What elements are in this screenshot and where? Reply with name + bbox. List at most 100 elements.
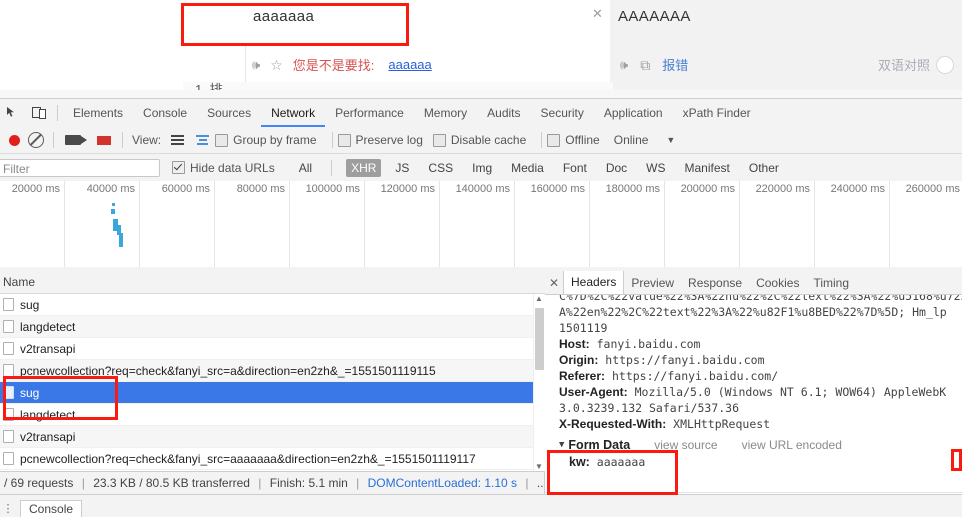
bilingual-toggle[interactable]: 双语对照 — [878, 55, 954, 74]
filter-doc[interactable]: Doc — [601, 159, 632, 177]
speaker-icon[interactable]: 🕪 — [620, 58, 628, 71]
did-you-mean-link[interactable]: aaaaaa — [388, 57, 431, 72]
document-icon — [3, 364, 14, 377]
overview-tick: 140000 ms — [455, 183, 510, 195]
form-data-key: kw: — [569, 455, 590, 469]
close-panel-icon[interactable]: ✕ — [545, 276, 563, 290]
tab-audits[interactable]: Audits — [477, 100, 530, 127]
filter-ws[interactable]: WS — [641, 159, 670, 177]
list-scrollbar[interactable]: ▲ ▼ — [533, 294, 545, 471]
did-you-mean-label: 您是不是要找: — [292, 58, 375, 73]
separator: | — [356, 476, 360, 490]
headers-content: C%7D%2C%22value%22%3A%22nu%22%2C%22text%… — [545, 295, 962, 495]
network-overview[interactable]: 20000 ms 40000 ms 60000 ms 80000 ms 1000… — [0, 181, 962, 268]
checkbox[interactable] — [547, 133, 561, 147]
drawer-tab-console[interactable]: Console — [20, 500, 83, 517]
scrollbar-thumb[interactable] — [535, 308, 544, 370]
inspect-element-icon[interactable] — [0, 100, 26, 126]
scroll-down-arrow-icon[interactable]: ▼ — [535, 462, 543, 471]
list-view-icon[interactable] — [171, 135, 185, 145]
copy-icon[interactable]: ⧉ — [640, 58, 650, 72]
waterfall-blip — [112, 203, 115, 206]
document-icon — [3, 298, 14, 311]
preserve-log-checkbox[interactable]: Preserve log — [337, 133, 423, 147]
tab-response[interactable]: Response — [681, 272, 749, 294]
table-row[interactable]: pcnewcollection?req=check&fanyi_src=aaaa… — [0, 448, 545, 470]
filter-font[interactable]: Font — [558, 159, 592, 177]
header-value: XMLHttpRequest — [673, 417, 771, 431]
tab-network[interactable]: Network — [261, 100, 326, 127]
filter-js[interactable]: JS — [390, 159, 414, 177]
source-text[interactable]: aaaaaaa — [253, 8, 314, 25]
filter-css[interactable]: CSS — [423, 159, 458, 177]
table-row-selected[interactable]: sug — [0, 382, 545, 404]
tab-sources[interactable]: Sources — [197, 100, 261, 127]
tab-preview[interactable]: Preview — [624, 272, 681, 294]
header-referer: Referer: https://fanyi.baidu.com/ — [559, 368, 962, 384]
checkbox[interactable] — [432, 133, 446, 147]
report-error-link[interactable]: 报错 — [662, 55, 688, 74]
throttling-select[interactable]: Online — [614, 133, 649, 147]
table-row[interactable]: v2transapi — [0, 338, 545, 360]
close-icon[interactable]: ✕ — [592, 6, 603, 22]
header-user-agent-cont: 3.0.3239.132 Safari/537.36 — [559, 400, 962, 416]
record-button-icon[interactable] — [9, 134, 20, 146]
separator: | — [81, 476, 85, 490]
table-row[interactable]: langdetect — [0, 316, 545, 338]
view-source-link[interactable]: view source — [654, 438, 717, 452]
table-row[interactable]: langdetect — [0, 404, 545, 426]
tab-application[interactable]: Application — [594, 100, 673, 127]
filter-all[interactable]: All — [294, 159, 317, 177]
clear-icon[interactable] — [28, 132, 44, 148]
network-request-list: Name sug langdetect v2transapi pcnewcoll… — [0, 271, 546, 471]
tab-security[interactable]: Security — [531, 100, 594, 127]
table-row[interactable]: pcnewcollection?req=check&fanyi_src=a&di… — [0, 360, 545, 382]
request-name: langdetect — [20, 407, 76, 422]
filter-input[interactable]: Filter — [0, 158, 160, 177]
camera-icon[interactable] — [65, 135, 87, 145]
column-header-name[interactable]: Name — [0, 271, 545, 294]
offline-checkbox[interactable]: Offline — [547, 133, 600, 147]
group-by-frame-checkbox[interactable]: Group by frame — [215, 133, 317, 147]
header-key: Origin: — [559, 353, 599, 367]
filter-img[interactable]: Img — [467, 159, 497, 177]
filter-other[interactable]: Other — [744, 159, 784, 177]
funnel-icon[interactable] — [97, 135, 111, 159]
devtools-tabbar: Elements Console Sources Network Perform… — [0, 99, 962, 128]
tab-timing[interactable]: Timing — [806, 272, 856, 294]
scroll-up-arrow-icon[interactable]: ▲ — [535, 294, 543, 303]
chevron-down-icon[interactable]: ▼ — [666, 135, 675, 145]
star-icon[interactable]: ☆ — [270, 58, 283, 72]
waterfall-view-icon[interactable] — [196, 135, 210, 145]
tab-memory[interactable]: Memory — [414, 100, 477, 127]
table-row[interactable]: sug — [0, 294, 545, 316]
document-icon — [3, 342, 14, 355]
disable-cache-checkbox[interactable]: Disable cache — [432, 133, 526, 147]
filter-manifest[interactable]: Manifest — [680, 159, 735, 177]
triangle-down-icon[interactable]: ▼ — [559, 440, 564, 450]
speaker-icon[interactable]: 🕪 — [252, 58, 260, 71]
device-toolbar-icon[interactable] — [26, 100, 52, 126]
checkbox[interactable] — [172, 161, 185, 174]
table-row[interactable]: v2transapi — [0, 426, 545, 448]
preserve-log-label: Preserve log — [355, 133, 423, 147]
filter-xhr[interactable]: XHR — [346, 158, 382, 177]
tab-elements[interactable]: Elements — [63, 100, 133, 127]
tab-console[interactable]: Console — [133, 100, 197, 127]
filter-media[interactable]: Media — [506, 159, 549, 177]
hide-data-urls-checkbox[interactable]: Hide data URLs — [172, 161, 275, 175]
toggle-switch[interactable] — [936, 55, 954, 74]
tab-headers[interactable]: Headers — [563, 271, 625, 294]
tab-cookies[interactable]: Cookies — [749, 272, 806, 294]
view-url-encoded-link[interactable]: view URL encoded — [742, 438, 842, 452]
checkbox[interactable] — [337, 133, 351, 147]
tab-xpath-finder[interactable]: xPath Finder — [673, 100, 761, 127]
checkbox[interactable] — [215, 133, 229, 147]
tab-performance[interactable]: Performance — [325, 100, 414, 127]
overview-tick: 80000 ms — [236, 183, 285, 195]
target-text: AAAAAAA — [618, 8, 691, 25]
form-data-section[interactable]: ▼ Form Data view source view URL encoded — [559, 438, 962, 452]
divider — [57, 105, 58, 121]
header-key: Host: — [559, 337, 590, 351]
document-icon — [3, 408, 14, 421]
